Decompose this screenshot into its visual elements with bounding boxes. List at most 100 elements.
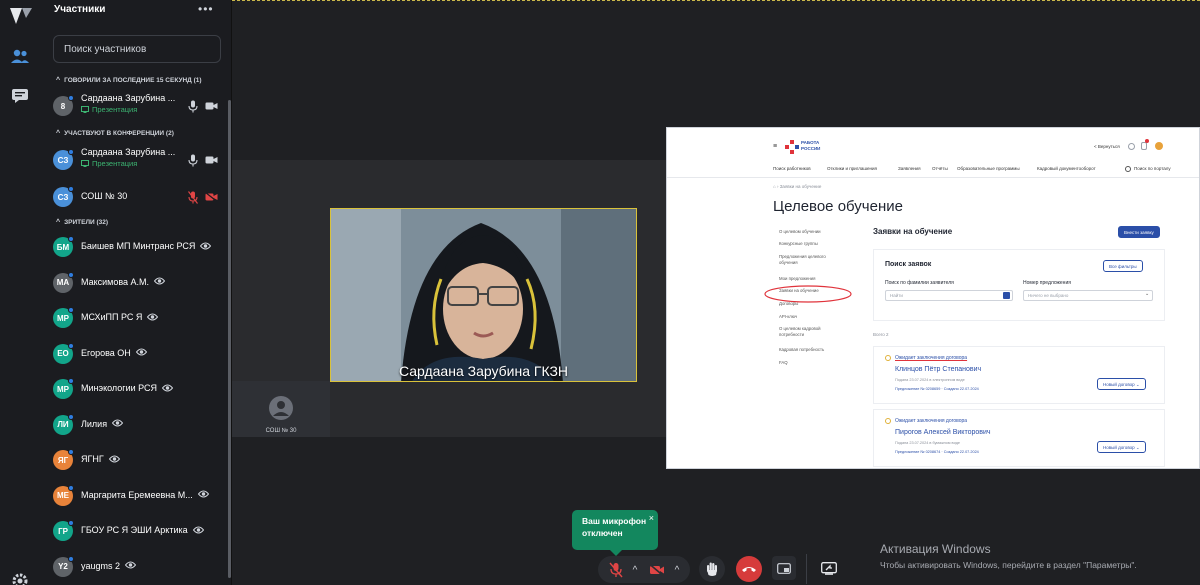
viewer-eye-icon xyxy=(161,384,174,394)
avatar-initials: ЛИ xyxy=(57,420,69,429)
side-menu-item[interactable]: О целевом обучении xyxy=(779,229,841,235)
online-indicator xyxy=(68,95,74,101)
panel-scrollbar[interactable] xyxy=(228,100,231,578)
offer-select[interactable]: Ничего не выбрано xyxy=(1023,290,1153,301)
participant-row[interactable]: 8 Сардаана Зарубина ... Презентация xyxy=(40,90,230,122)
avatar: МР xyxy=(53,378,74,399)
online-indicator xyxy=(68,484,74,491)
portal-nav-item[interactable]: Образовательные программы xyxy=(957,166,1020,171)
share-screen-button[interactable] xyxy=(817,556,841,580)
participant-row[interactable]: СЗ Сардаана Зарубина ... Презентация xyxy=(40,144,230,176)
participant-name: Егорова ОН xyxy=(81,348,147,359)
avatar: СЗ xyxy=(53,149,74,170)
camera-icon[interactable] xyxy=(204,153,218,167)
camera-off-button[interactable] xyxy=(647,556,667,584)
camera-off-icon[interactable] xyxy=(204,190,218,204)
participant-row[interactable]: ЛИ Лилия xyxy=(40,409,230,441)
participant-row[interactable]: МЕ Маргарита Еремеевна М... xyxy=(40,480,230,512)
presentation-icon xyxy=(81,105,92,114)
request-status[interactable]: Ожидает заключения договора xyxy=(895,355,967,361)
applicant-name[interactable]: Клинцов Пётр Степанович xyxy=(895,366,981,373)
portal-avatar[interactable] xyxy=(1155,142,1163,150)
participant-name-text: Маргарита Еремеевна М... xyxy=(81,489,193,500)
participant-row[interactable]: МР МСХиПП РС Я xyxy=(40,302,230,334)
offer-select-chevron-icon: ⌄ xyxy=(1145,291,1150,297)
chat-icon[interactable] xyxy=(8,84,32,108)
app-logo-icon xyxy=(8,4,34,26)
portal-help-icon[interactable] xyxy=(1128,143,1135,150)
panel-title: Участники xyxy=(54,4,106,15)
all-filters-button[interactable]: Все фильтры xyxy=(1103,260,1143,272)
layout-button[interactable] xyxy=(772,556,796,580)
request-offer[interactable]: Предложение № 0208674 · Создано 22.07.20… xyxy=(895,450,979,454)
participant-tile-sosh30[interactable]: СОШ № 30 xyxy=(232,381,330,437)
mic-icon[interactable] xyxy=(186,153,200,167)
mic-off-icon[interactable] xyxy=(186,190,200,204)
request-card[interactable]: Ожидает заключения договора Пирогов Алекс… xyxy=(873,409,1165,467)
portal-nav-item[interactable]: Отчёты xyxy=(932,166,948,171)
section-in-conference[interactable]: ^ УЧАСТВУЮТ В КОНФЕРЕНЦИИ (2) xyxy=(56,130,174,137)
participants-icon[interactable] xyxy=(8,44,32,68)
participant-row[interactable]: МР Минэкологии РСЯ xyxy=(40,373,230,405)
section-viewers[interactable]: ^ ЗРИТЕЛИ (32) xyxy=(56,219,108,226)
camera-options-chevron-icon[interactable]: ^ xyxy=(670,556,684,584)
portal-back-link[interactable]: < Вернуться xyxy=(1094,144,1120,149)
side-menu-item[interactable]: Конкурсные группы xyxy=(779,241,841,247)
create-request-button[interactable]: Внести заявку xyxy=(1118,226,1160,238)
side-menu-item[interactable]: Предложения целевого обучения xyxy=(779,254,841,265)
applicant-name[interactable]: Пирогов Алексей Викторович xyxy=(895,429,991,436)
participant-name: Маргарита Еремеевна М... xyxy=(81,490,209,501)
side-menu-item[interactable]: Кадровая потребность xyxy=(779,347,841,353)
request-card[interactable]: Ожидает заключения договора Клинцов Пётр … xyxy=(873,346,1165,404)
mic-muted-button[interactable] xyxy=(606,556,626,584)
viewer-eye-icon xyxy=(192,526,204,536)
participant-row[interactable]: ЕО Егорова ОН xyxy=(40,338,230,370)
participant-name-text: МСХиПП РС Я xyxy=(81,312,143,322)
participant-row[interactable]: БМ Баишев МП Минтранс РСЯ xyxy=(40,231,230,263)
portal-nav-item[interactable]: Заявления xyxy=(898,166,921,171)
participant-row[interactable]: ЯГ ЯГНГ xyxy=(40,444,230,476)
section-spoke-recently[interactable]: ^ ГОВОРИЛИ ЗА ПОСЛЕДНИЕ 15 СЕКУНД (1) xyxy=(56,77,202,84)
side-menu-item[interactable]: О целевом кадровой потребности xyxy=(779,326,841,337)
portal-nav-item[interactable]: Отклики и приглашения xyxy=(827,166,877,171)
lastname-search-icon[interactable] xyxy=(1003,292,1010,299)
request-offer[interactable]: Предложение № 0208659 · Создано 22.07.20… xyxy=(895,387,979,391)
avatar: ЕО xyxy=(53,342,74,364)
panel-more-icon[interactable]: ••• xyxy=(198,2,214,16)
breadcrumb[interactable]: ⌂ › Заявки на обучение xyxy=(773,184,821,189)
participant-row[interactable]: ГР ГБОУ РС Я ЭШИ Арктика xyxy=(40,515,230,547)
lastname-label: Поиск по фамилии заявителя xyxy=(885,280,954,286)
online-indicator xyxy=(68,342,74,349)
participant-row[interactable]: Y2 yaugms 2 xyxy=(40,551,230,583)
stage-top-border xyxy=(232,0,1200,1)
side-menu-item[interactable]: Мои предложения xyxy=(779,276,841,282)
settings-gear-icon[interactable] xyxy=(8,569,32,585)
portal-menu-icon[interactable]: ≡ xyxy=(773,143,777,150)
camera-icon[interactable] xyxy=(204,99,218,113)
new-contract-button[interactable]: Новый договор ⌄ xyxy=(1097,441,1146,453)
mic-options-chevron-icon[interactable]: ^ xyxy=(628,556,642,584)
participant-row[interactable]: СЗ СОШ № 30 xyxy=(40,181,230,213)
mic-icon[interactable] xyxy=(186,99,200,113)
portal-search-icon[interactable] xyxy=(1125,166,1131,172)
lastname-search-field[interactable]: Найти xyxy=(885,290,1013,301)
toast-close-icon[interactable]: × xyxy=(649,512,654,524)
participant-name-text: СОШ № 30 xyxy=(81,191,128,201)
active-speaker-video[interactable]: Сардаана Зарубина ГКЗН xyxy=(330,208,637,382)
participants-search-input[interactable] xyxy=(53,35,221,63)
online-indicator xyxy=(68,236,74,242)
portal-nav-item[interactable]: Кадровый документооборот xyxy=(1037,166,1096,171)
raise-hand-button[interactable] xyxy=(699,556,725,582)
side-menu-item[interactable]: API-ключ xyxy=(779,314,841,320)
side-menu-item[interactable]: FAQ xyxy=(779,360,841,366)
portal-search-link[interactable]: Поиск по порталу xyxy=(1134,166,1171,171)
avatar: ЛИ xyxy=(53,413,74,435)
portal-logo-text-1: РАБОТА xyxy=(801,140,820,145)
request-status[interactable]: Ожидает заключения договора xyxy=(895,418,967,424)
hang-up-button[interactable] xyxy=(736,556,762,582)
online-indicator xyxy=(68,307,74,313)
participant-row[interactable]: МА Максимова А.М. xyxy=(40,267,230,299)
new-contract-button[interactable]: Новый договор ⌄ xyxy=(1097,378,1146,390)
portal-nav-item[interactable]: Поиск работников xyxy=(773,166,811,171)
portal-bell-icon[interactable] xyxy=(1141,142,1147,150)
